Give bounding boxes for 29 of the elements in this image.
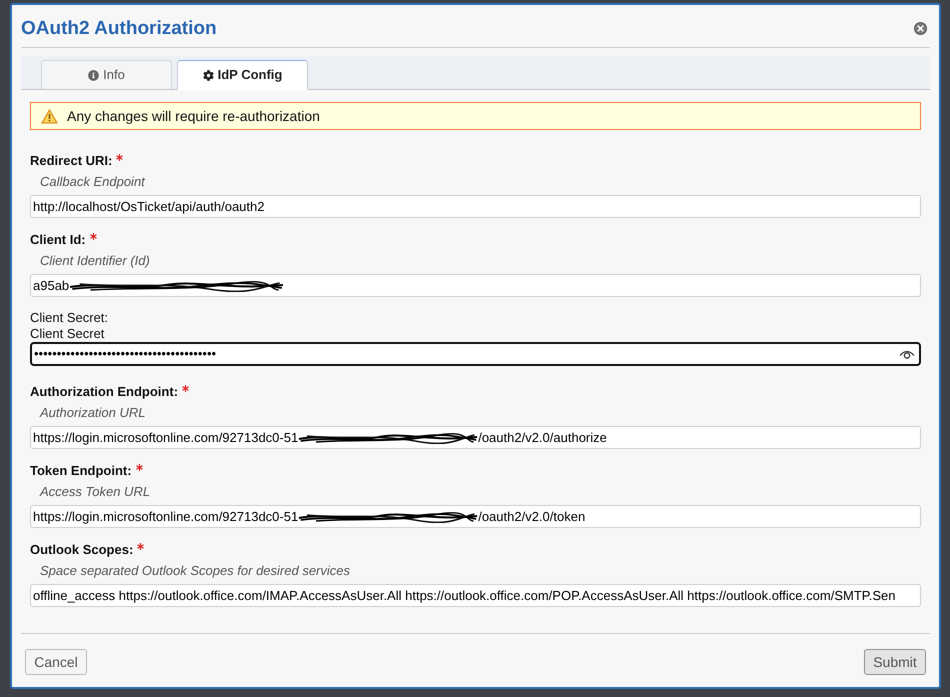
cancel-button[interactable]: Cancel <box>25 649 87 675</box>
gear-icon <box>202 70 214 80</box>
text-field[interactable]: a95ab <box>30 274 921 297</box>
info-icon <box>88 70 100 80</box>
field-label: Outlook Scopes: <box>30 541 134 559</box>
field-hint: Client Identifier (Id) <box>40 252 150 270</box>
field-label: Client Secret: <box>30 310 108 326</box>
warning-text: Any changes will require re-authorization <box>67 106 320 126</box>
tab[interactable]: Info <box>41 60 172 89</box>
field-label: Client Id: <box>30 231 86 249</box>
close-icon[interactable] <box>914 22 927 35</box>
field-hint: Client Secret <box>30 326 104 342</box>
field-hint: Access Token URL <box>40 483 150 501</box>
field-hint: Space separated Outlook Scopes for desired services <box>40 562 350 580</box>
field-label: Token Endpoint: <box>30 462 132 480</box>
field-hint: Authorization URL <box>40 404 146 422</box>
text-field[interactable]: https://login.microsoftonline.com/92713dc0-51 /oauth2/v2.0/token <box>30 505 921 528</box>
submit-button[interactable]: Submit <box>864 649 926 675</box>
tab[interactable]: IdP Config <box>177 60 308 90</box>
dialog-title: OAuth2 Authorization <box>21 16 217 40</box>
eye-icon[interactable] <box>899 349 915 359</box>
field-hint: Callback Endpoint <box>40 173 145 191</box>
field-label: Authorization Endpoint: <box>30 383 178 401</box>
text-field[interactable]: offline_access https://outlook.office.com/IMAP.AccessAsUser.All https://outlook.office.com/POP.AccessAsUser.All https://outlook.office.com/SMTP.Sen <box>30 584 921 607</box>
password-field[interactable]: •••••••••••••••••••••••••••••••••••••••• <box>30 342 921 366</box>
text-field[interactable]: http://localhost/OsTicket/api/auth/oauth2 <box>30 195 921 218</box>
text-field[interactable]: https://login.microsoftonline.com/92713dc0-51 /oauth2/v2.0/authorize <box>30 426 921 449</box>
field-label: Redirect URI: <box>30 152 112 170</box>
warning-icon <box>41 108 58 124</box>
